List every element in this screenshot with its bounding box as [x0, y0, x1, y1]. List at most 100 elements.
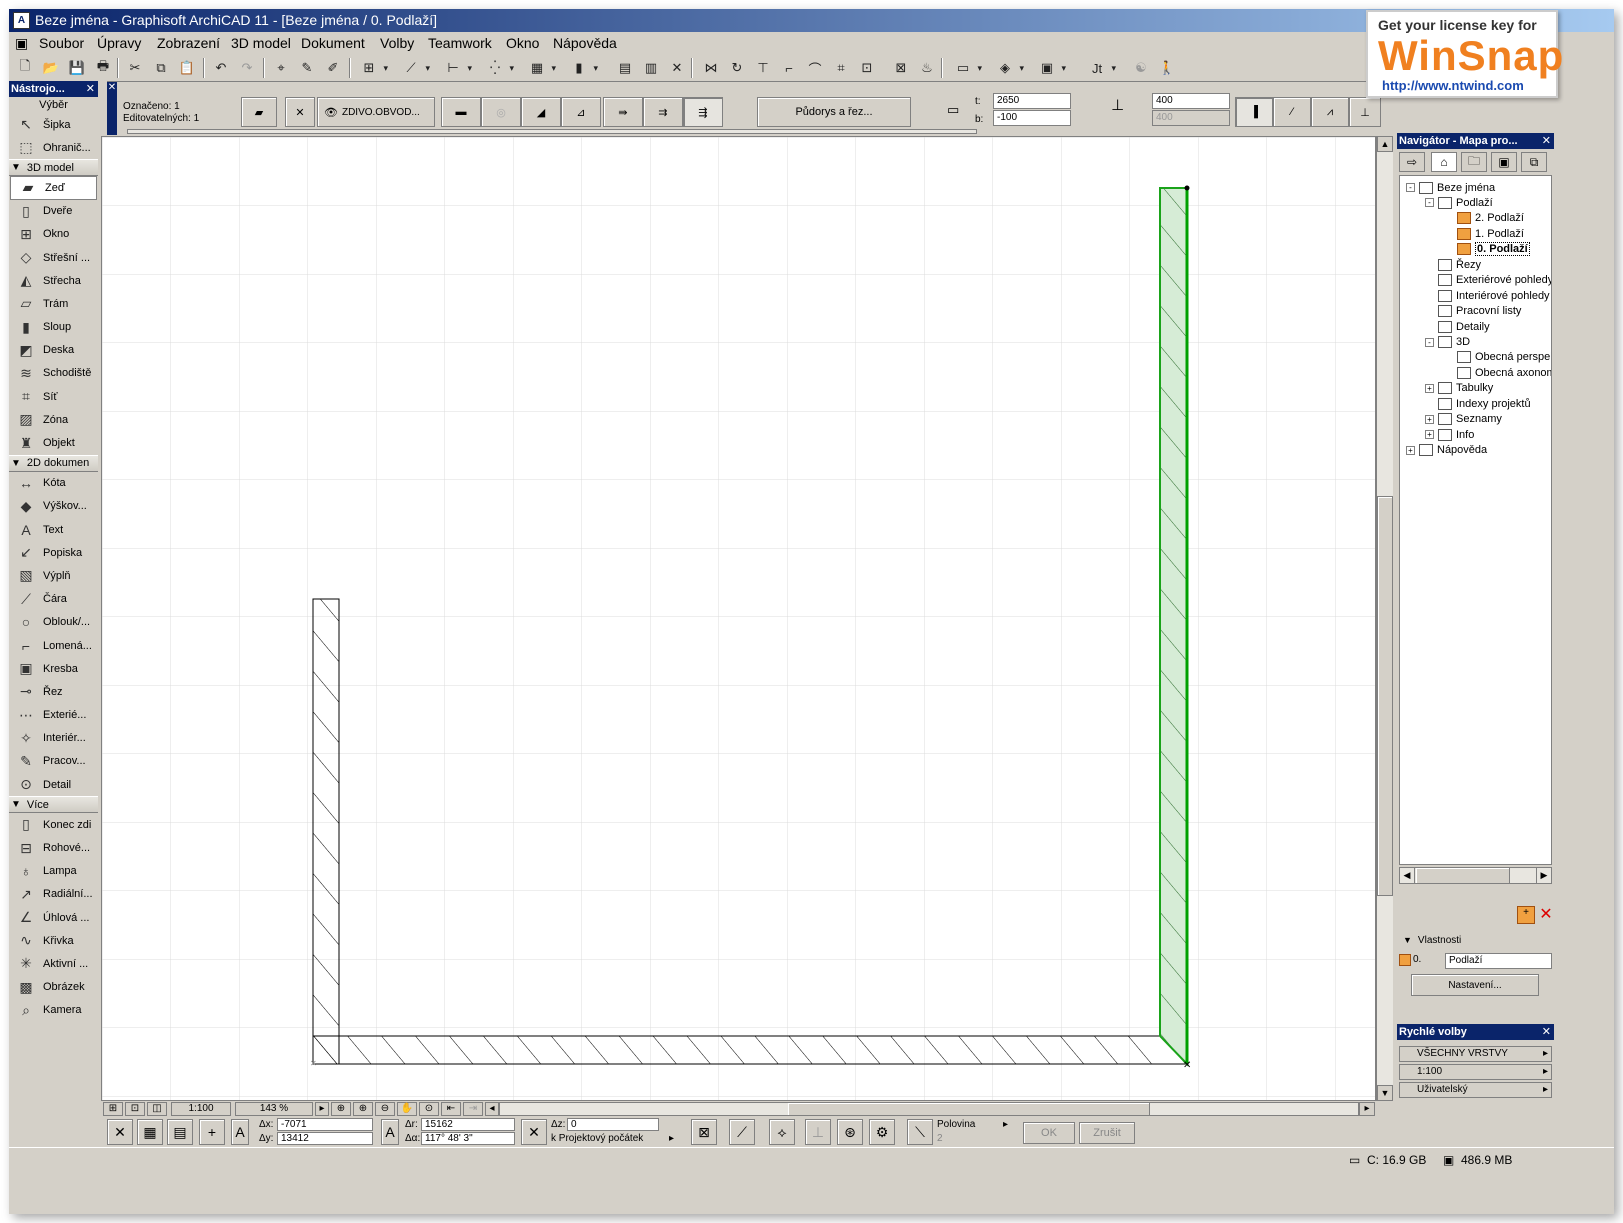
- tree-item[interactable]: Řezy: [1425, 257, 1481, 272]
- layout-icon[interactable]: ▣: [1037, 58, 1066, 78]
- wall-vertical-button[interactable]: ▐: [1235, 97, 1273, 127]
- tree-item[interactable]: - Beze jména: [1406, 180, 1495, 195]
- tool-roof[interactable]: ◭ Střecha: [9, 269, 98, 292]
- 3d-view-icon[interactable]: ◈: [995, 58, 1024, 78]
- tree-item[interactable]: + Tabulky: [1425, 381, 1493, 396]
- elevate-icon[interactable]: ⊤: [753, 58, 773, 78]
- tool-spline[interactable]: ∿ Křivka: [9, 929, 98, 952]
- navigator-preview-icon[interactable]: ⊞: [103, 1102, 123, 1116]
- dx-field[interactable]: -7071: [277, 1118, 373, 1131]
- group-icon[interactable]: ⊡: [857, 58, 877, 78]
- dotted-grid-icon[interactable]: ⁛: [485, 58, 514, 78]
- close-view-icon[interactable]: ✕: [667, 58, 687, 78]
- lock-dx-icon[interactable]: A: [231, 1119, 249, 1145]
- rotate-icon[interactable]: ↻: [727, 58, 747, 78]
- layout-book-tab-icon[interactable]: ▣: [1491, 152, 1517, 172]
- previous-zoom-icon[interactable]: ⇤: [441, 1102, 461, 1116]
- tool-worksheet[interactable]: ✎ Pracov...: [9, 750, 98, 773]
- expand-icon[interactable]: +: [1425, 414, 1434, 424]
- vertical-scrollbar[interactable]: ▲ ▼: [1376, 136, 1393, 1101]
- expand-icon[interactable]: +: [1406, 445, 1415, 455]
- new-folder-icon[interactable]: +: [1517, 906, 1535, 924]
- infobox-handle[interactable]: ✕: [107, 82, 117, 135]
- division-icon[interactable]: ⟍: [907, 1119, 933, 1145]
- tree-item[interactable]: Exteriérové pohledy: [1425, 273, 1551, 288]
- scroll-right-icon[interactable]: ▶: [1536, 868, 1551, 883]
- view-settings-button[interactable]: Půdorys a řez...: [757, 97, 911, 127]
- tool-angle-dimension[interactable]: ∠ Úhlová ...: [9, 906, 98, 929]
- teamwork-icon[interactable]: ☯: [1131, 58, 1151, 78]
- construction-grid-toggle-icon[interactable]: ▤: [167, 1119, 193, 1145]
- trace-icon[interactable]: ⚙: [869, 1119, 895, 1145]
- ok-button[interactable]: OK: [1023, 1122, 1075, 1144]
- marker-icon[interactable]: ▮: [569, 58, 598, 78]
- close-icon[interactable]: ✕: [1542, 1024, 1551, 1040]
- tool-beam[interactable]: ▱ Trám: [9, 292, 98, 315]
- tool-wall-end[interactable]: ▯ Konec zdi: [9, 813, 98, 836]
- scroll-up-icon[interactable]: ▲: [1377, 136, 1393, 152]
- wall-handle-top[interactable]: [1184, 185, 1190, 191]
- navigator-menu-icon[interactable]: ⇨: [1399, 152, 1425, 172]
- top-elevation-field[interactable]: 2650: [993, 93, 1071, 109]
- tree-item[interactable]: 1. Podlaží: [1444, 226, 1524, 241]
- story-name-field[interactable]: Podlaží: [1445, 953, 1552, 969]
- tree-item[interactable]: - Podlaží: [1425, 195, 1493, 210]
- tree-item[interactable]: + Info: [1425, 427, 1474, 442]
- expand-icon[interactable]: +: [1425, 383, 1434, 393]
- navigator-hscroll[interactable]: ◀ ▶: [1399, 867, 1552, 884]
- tool-object[interactable]: ♜ Objekt: [9, 431, 98, 454]
- inject-icon[interactable]: ✐: [323, 58, 343, 78]
- wall-profile-button[interactable]: ⊥: [1349, 97, 1381, 127]
- menu-okno[interactable]: Okno: [502, 34, 543, 52]
- infobox-scrollbar[interactable]: [127, 129, 977, 134]
- redo-icon[interactable]: ↷: [237, 58, 257, 78]
- tool-detail[interactable]: ⊙ Detail: [9, 773, 98, 796]
- project-tree[interactable]: - Beze jména - Podlaží 2. Podlaží 1. Podlaží 0…: [1399, 175, 1552, 865]
- dimension-style-select[interactable]: Uživatelský: [1399, 1082, 1552, 1098]
- trim-icon[interactable]: ⊠: [891, 58, 911, 78]
- menu-3d-model[interactable]: 3D model: [227, 34, 295, 52]
- cancel-input-icon[interactable]: ✕: [107, 1119, 133, 1145]
- tool-marquee[interactable]: ⬚ Ohranič...: [9, 136, 98, 159]
- save-icon[interactable]: 💾: [67, 58, 87, 78]
- menu-zobrazeni[interactable]: Zobrazení: [153, 34, 224, 52]
- parallel-icon[interactable]: ⟡: [769, 1119, 795, 1145]
- view-mode-icon[interactable]: ◫: [147, 1102, 167, 1116]
- tool-fill[interactable]: ▧ Výplň: [9, 564, 98, 587]
- floor-plan-canvas[interactable]: ✕ ✕: [101, 136, 1376, 1101]
- layers-icon[interactable]: ▦: [527, 58, 556, 78]
- menu-napoveda[interactable]: Nápověda: [549, 34, 621, 52]
- dz-field[interactable]: 0: [567, 1118, 659, 1131]
- tool-polyline[interactable]: ⌐ Lomená...: [9, 634, 98, 657]
- wall-right-selected[interactable]: [1159, 187, 1188, 1067]
- walk-icon[interactable]: 🚶: [1157, 58, 1177, 78]
- tool-stair[interactable]: ≋ Schodiště: [9, 362, 98, 385]
- tree-item[interactable]: + Nápověda: [1406, 443, 1487, 458]
- snap-guides-icon[interactable]: +: [199, 1119, 225, 1145]
- wall-straight-button[interactable]: ▬: [441, 97, 481, 127]
- wall-height-field[interactable]: 400: [1152, 93, 1230, 109]
- copy-icon[interactable]: ⧉: [151, 58, 171, 78]
- tool-roof-window[interactable]: ◇ Střešní ...: [9, 246, 98, 269]
- tool-slab[interactable]: ◩ Deska: [9, 339, 98, 362]
- project-map-tab-icon[interactable]: ⌂: [1431, 152, 1457, 172]
- text-style-icon[interactable]: Jt: [1087, 58, 1116, 78]
- tool-wall[interactable]: ▰ Zeď: [10, 176, 97, 200]
- zoom-menu-icon[interactable]: ▸: [315, 1102, 329, 1116]
- settings-button[interactable]: Nastavení...: [1411, 974, 1539, 996]
- tool-radial-dimension[interactable]: ↗ Radiální...: [9, 883, 98, 906]
- expand-icon[interactable]: +: [1425, 430, 1434, 440]
- archicad-icon[interactable]: A: [13, 12, 30, 29]
- explode-icon[interactable]: ⌗: [831, 58, 851, 78]
- tree-item[interactable]: Pracovní listy: [1425, 304, 1521, 319]
- tree-item[interactable]: Interiérové pohledy: [1425, 288, 1550, 303]
- scroll-left-icon[interactable]: ◂: [485, 1102, 499, 1116]
- da-field[interactable]: 117° 48' 3": [421, 1132, 515, 1145]
- grid-snap-icon[interactable]: ⊞: [359, 58, 388, 78]
- tool-window[interactable]: ⊞ Okno: [9, 223, 98, 246]
- menu-dokument[interactable]: Dokument: [297, 34, 369, 52]
- fit-window-icon[interactable]: ⊙: [419, 1102, 439, 1116]
- pan-icon[interactable]: ✋: [397, 1102, 417, 1116]
- pick-up-icon[interactable]: ✎: [297, 58, 317, 78]
- tree-item[interactable]: Obecná perspektiva: [1444, 350, 1551, 365]
